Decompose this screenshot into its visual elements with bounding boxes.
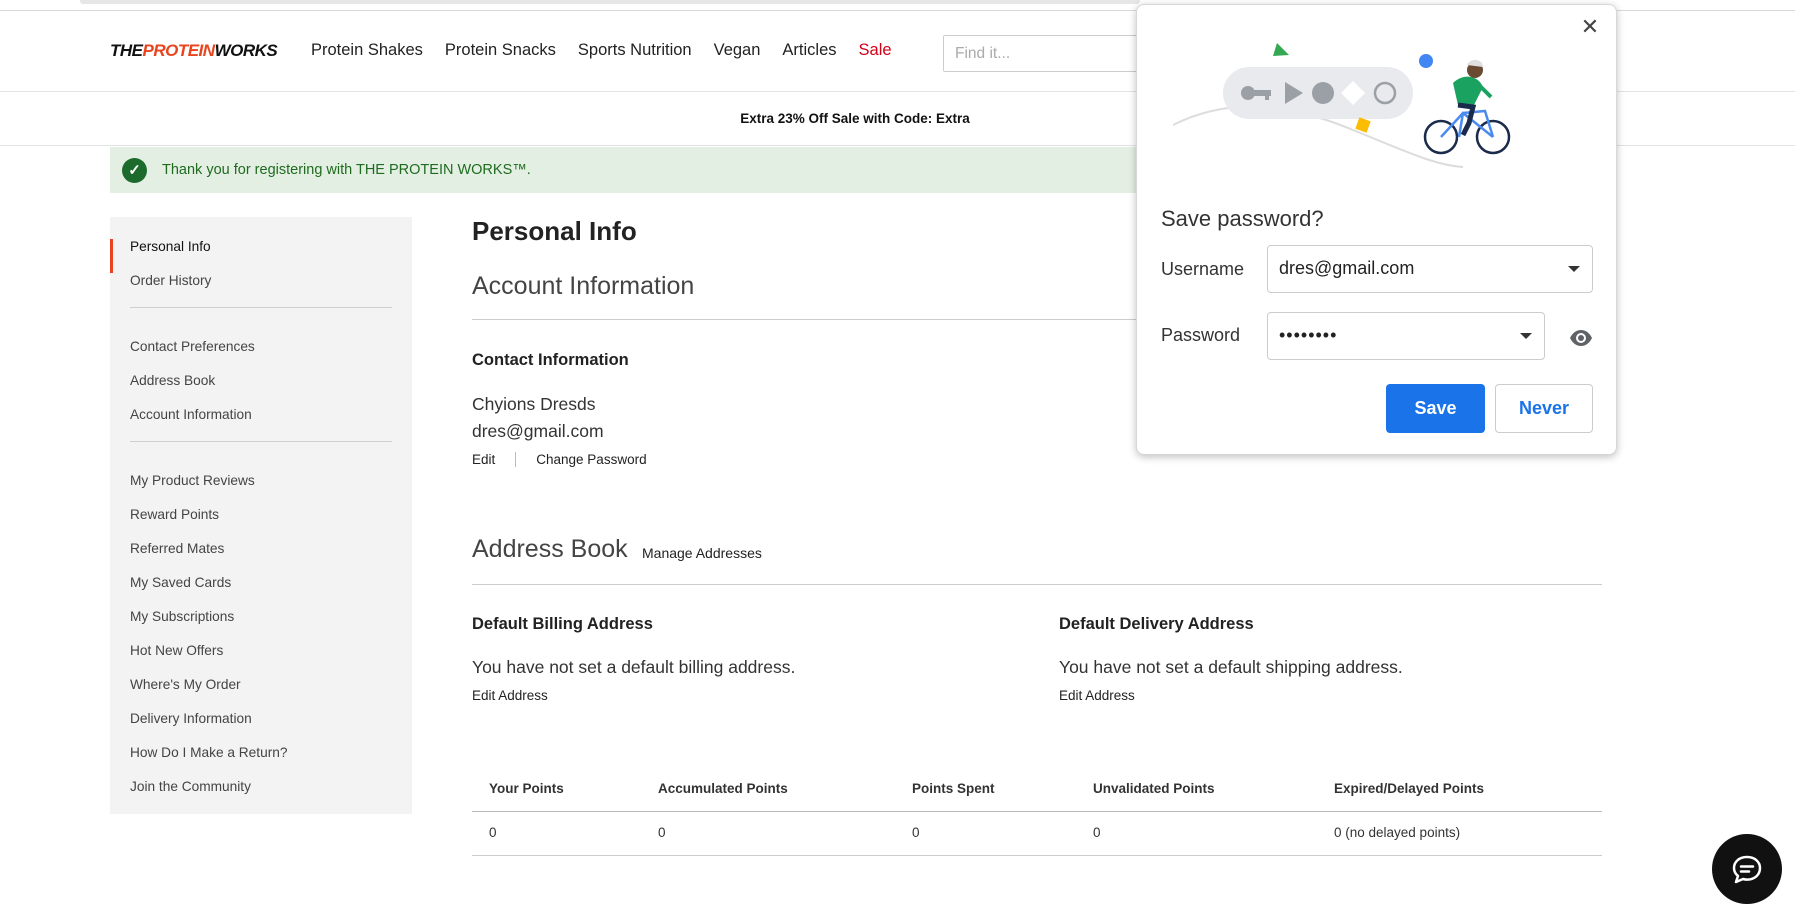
eye-icon[interactable] bbox=[1568, 325, 1594, 351]
logo-protein: PROTEIN bbox=[142, 41, 216, 60]
search-input[interactable]: Find it... bbox=[943, 35, 1143, 72]
reward-points-table: Your Points Accumulated Points Points Sp… bbox=[472, 768, 1602, 856]
billing-address-text: You have not set a default billing addre… bbox=[472, 657, 796, 677]
table-cell: 0 (no delayed points) bbox=[1334, 825, 1461, 840]
check-circle-icon: ✓ bbox=[122, 157, 147, 183]
password-illustration bbox=[1173, 43, 1511, 168]
table-header: Accumulated Points bbox=[658, 781, 788, 796]
logo-the: THE bbox=[110, 41, 143, 60]
chevron-down-icon bbox=[1520, 333, 1532, 339]
delivery-address-heading: Default Delivery Address bbox=[1059, 615, 1254, 633]
section-divider bbox=[472, 584, 1602, 585]
chat-bubble-icon bbox=[1732, 855, 1762, 884]
table-header: Points Spent bbox=[912, 781, 995, 796]
site-logo[interactable]: THEPROTEINWORKS bbox=[110, 41, 278, 61]
table-row: 0 0 0 0 0 (no delayed points) bbox=[472, 812, 1602, 856]
table-header: Unvalidated Points bbox=[1093, 781, 1215, 796]
account-information-heading: Account Information bbox=[472, 272, 695, 300]
contact-email: dres@gmail.com bbox=[472, 421, 604, 441]
delivery-address-text: You have not set a default shipping addr… bbox=[1059, 657, 1403, 677]
username-select[interactable]: dres@gmail.com bbox=[1267, 245, 1593, 293]
sidebar-item-order-history[interactable]: Order History bbox=[110, 273, 412, 307]
section-divider bbox=[472, 319, 1162, 320]
save-button[interactable]: Save bbox=[1386, 384, 1485, 433]
sidebar-item-contact-preferences[interactable]: Contact Preferences bbox=[110, 339, 412, 373]
edit-link[interactable]: Edit bbox=[472, 452, 495, 467]
sidebar-item-my-subscriptions[interactable]: My Subscriptions bbox=[110, 609, 412, 643]
sidebar-item-make-a-return[interactable]: How Do I Make a Return? bbox=[110, 745, 412, 779]
chat-button[interactable] bbox=[1712, 834, 1782, 904]
billing-address-heading: Default Billing Address bbox=[472, 615, 653, 633]
page-title: Personal Info bbox=[472, 216, 637, 246]
contact-name: Chyions Dresds bbox=[472, 394, 596, 414]
close-icon[interactable]: ✕ bbox=[1578, 15, 1602, 39]
table-header: Your Points bbox=[489, 781, 564, 796]
sidebar-item-account-information[interactable]: Account Information bbox=[110, 407, 412, 441]
sidebar-item-address-book[interactable]: Address Book bbox=[110, 373, 412, 407]
nav-protein-shakes[interactable]: Protein Shakes bbox=[311, 41, 423, 60]
never-button[interactable]: Never bbox=[1495, 384, 1593, 433]
nav-sale[interactable]: Sale bbox=[859, 41, 892, 60]
password-select[interactable]: •••••••• bbox=[1267, 312, 1545, 360]
sidebar-item-my-product-reviews[interactable]: My Product Reviews bbox=[110, 473, 412, 507]
save-password-dialog: ✕ Save password? Username dres@gmail.com… bbox=[1136, 4, 1617, 455]
table-header-row: Your Points Accumulated Points Points Sp… bbox=[472, 768, 1602, 812]
edit-billing-address-link[interactable]: Edit Address bbox=[472, 688, 548, 703]
dialog-title: Save password? bbox=[1161, 206, 1324, 231]
contact-links: Edit Change Password bbox=[472, 452, 647, 467]
contact-information-heading: Contact Information bbox=[472, 351, 629, 369]
change-password-link[interactable]: Change Password bbox=[536, 452, 646, 467]
logo-works: WORKS bbox=[214, 41, 278, 60]
nav-vegan[interactable]: Vegan bbox=[714, 41, 761, 60]
sidebar-divider bbox=[130, 307, 392, 308]
username-value: dres@gmail.com bbox=[1279, 258, 1415, 278]
sidebar-item-personal-info[interactable]: Personal Info bbox=[110, 239, 412, 273]
sidebar-item-join-community[interactable]: Join the Community bbox=[110, 779, 412, 813]
nav-articles[interactable]: Articles bbox=[782, 41, 836, 60]
main-nav: Protein Shakes Protein Snacks Sports Nut… bbox=[311, 41, 892, 60]
chevron-down-icon bbox=[1568, 266, 1580, 272]
password-label: Password bbox=[1161, 325, 1241, 345]
link-separator bbox=[515, 452, 517, 467]
sidebar-item-hot-new-offers[interactable]: Hot New Offers bbox=[110, 643, 412, 677]
sidebar-item-wheres-my-order[interactable]: Where's My Order bbox=[110, 677, 412, 711]
sidebar-item-my-saved-cards[interactable]: My Saved Cards bbox=[110, 575, 412, 609]
edit-delivery-address-link[interactable]: Edit Address bbox=[1059, 688, 1135, 703]
table-cell: 0 bbox=[489, 825, 497, 840]
page-scrollbar[interactable] bbox=[80, 0, 1140, 4]
sidebar-item-reward-points[interactable]: Reward Points bbox=[110, 507, 412, 541]
table-cell: 0 bbox=[912, 825, 920, 840]
username-label: Username bbox=[1161, 259, 1245, 279]
sidebar-item-delivery-information[interactable]: Delivery Information bbox=[110, 711, 412, 745]
nav-sports-nutrition[interactable]: Sports Nutrition bbox=[578, 41, 692, 60]
table-cell: 0 bbox=[658, 825, 666, 840]
sidebar-item-referred-mates[interactable]: Referred Mates bbox=[110, 541, 412, 575]
table-header: Expired/Delayed Points bbox=[1334, 781, 1485, 796]
sidebar-divider bbox=[130, 441, 392, 442]
address-book-heading: Address Book bbox=[472, 535, 628, 563]
password-value: •••••••• bbox=[1279, 325, 1338, 345]
account-sidebar: Personal Info Order History Contact Pref… bbox=[110, 217, 412, 814]
manage-addresses-link[interactable]: Manage Addresses bbox=[642, 545, 762, 561]
success-text: Thank you for registering with THE PROTE… bbox=[162, 162, 531, 178]
nav-protein-snacks[interactable]: Protein Snacks bbox=[445, 41, 556, 60]
table-cell: 0 bbox=[1093, 825, 1101, 840]
